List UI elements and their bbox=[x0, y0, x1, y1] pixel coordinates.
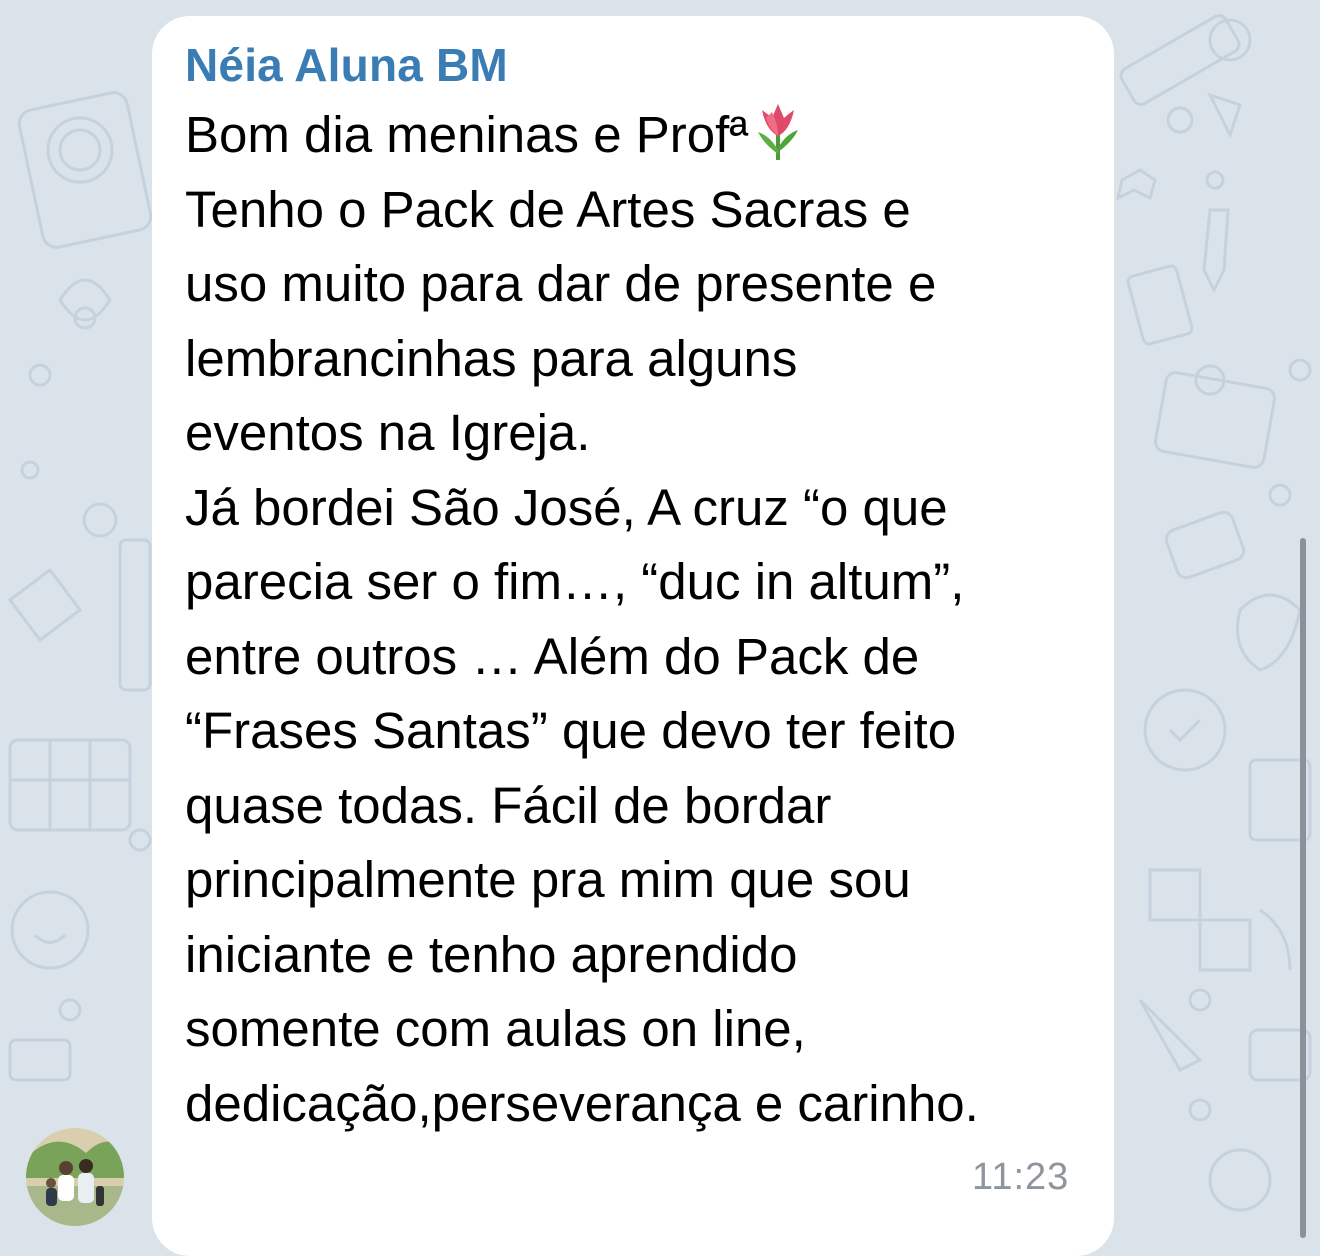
message-line: uso muito para dar de presente e bbox=[185, 255, 937, 312]
chat-scrollbar[interactable] bbox=[1300, 538, 1306, 1238]
message-line: Já bordei São José, A cruz “o que bbox=[185, 478, 948, 536]
message-line: Bom dia meninas e Profª bbox=[185, 98, 1095, 173]
message-timestamp: 11:23 bbox=[972, 1156, 1070, 1198]
message-line: eventos na Igreja. bbox=[185, 404, 591, 461]
sender-avatar[interactable] bbox=[26, 1128, 124, 1226]
tulip-icon bbox=[752, 102, 804, 162]
sender-name[interactable]: Néia Aluna BM bbox=[185, 38, 508, 92]
message-line-text: Bom dia meninas e Profª bbox=[185, 106, 749, 163]
message-bubble[interactable]: Néia Aluna BM Bom dia meninas e Profª Te… bbox=[152, 16, 1114, 1256]
avatar-photo-icon bbox=[26, 1128, 124, 1226]
message-line: dedicação,perseverança e carinho. bbox=[185, 1074, 979, 1132]
message-line: parecia ser o fim…, “duc in altum”, bbox=[185, 553, 965, 610]
message-line: somente com aulas on line, bbox=[185, 1000, 806, 1057]
message-text: Bom dia meninas e Profª Tenho o Pack de … bbox=[185, 98, 1095, 1141]
message-line: principalmente pra mim que sou bbox=[185, 851, 911, 908]
message-line: entre outros … Além do Pack de bbox=[185, 627, 920, 685]
message-line: Tenho o Pack de Artes Sacras e bbox=[185, 180, 911, 238]
message-line: lembrancinhas para alguns bbox=[185, 329, 798, 387]
message-line: iniciante e tenho aprendido bbox=[185, 925, 798, 983]
message-line: “Frases Santas” que devo ter feito bbox=[185, 702, 957, 759]
message-line: quase todas. Fácil de bordar bbox=[185, 776, 832, 834]
